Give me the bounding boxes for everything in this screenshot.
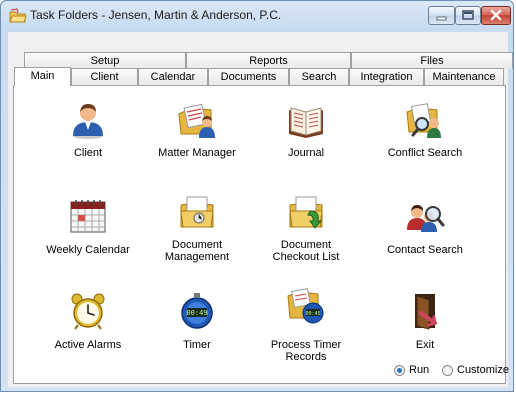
active-alarms-label: Active Alarms <box>54 339 122 351</box>
folder-app-icon <box>9 8 27 23</box>
tab-calendar[interactable]: Calendar <box>138 68 208 85</box>
exit-door-icon <box>415 294 437 330</box>
maximize-icon <box>462 10 474 20</box>
journal-button[interactable]: Journal <box>251 100 361 160</box>
conflict-search-label: Conflict Search <box>387 147 463 159</box>
weekly-calendar-button[interactable]: Weekly Calendar <box>33 196 143 258</box>
close-icon <box>490 9 502 21</box>
folder-search-icon <box>406 103 441 138</box>
client-button[interactable]: Client <box>33 100 143 160</box>
tab-integration[interactable]: Integration <box>349 68 424 85</box>
weekly-calendar-label: Weekly Calendar <box>46 244 130 256</box>
stopwatch-icon: 00:49 <box>181 293 213 329</box>
close-button[interactable] <box>481 6 511 25</box>
svg-text:00:49: 00:49 <box>186 309 207 317</box>
main-tab-panel: Client Matter Manager Journal Conflict S… <box>13 85 509 384</box>
timer-label: Timer <box>183 339 211 351</box>
matter-manager-label: Matter Manager <box>158 147 236 159</box>
title-bar[interactable]: Task Folders - Jensen, Martin & Anderson… <box>1 1 513 31</box>
contacts-search-icon <box>407 205 445 232</box>
tab-client[interactable]: Client <box>71 68 138 85</box>
exit-button[interactable]: Exit <box>370 291 480 353</box>
exit-label: Exit <box>415 339 435 351</box>
tab-row-front: Main Client Calendar Documents Search In… <box>14 67 504 86</box>
checkout-icon <box>289 196 323 229</box>
tab-documents[interactable]: Documents <box>208 68 289 85</box>
calendar-icon <box>70 200 106 233</box>
document-checkout-list-label: Document Checkout List <box>272 239 340 263</box>
active-alarms-button[interactable]: Active Alarms <box>33 291 143 353</box>
run-radio-label: Run <box>409 364 430 376</box>
alarm-clock-icon <box>71 293 105 330</box>
contact-search-label: Contact Search <box>387 244 463 256</box>
person-icon <box>73 104 103 139</box>
minimize-icon <box>436 16 447 21</box>
minimize-button[interactable] <box>428 6 455 25</box>
maximize-button[interactable] <box>455 6 481 25</box>
client-label: Client <box>73 147 103 159</box>
run-radio[interactable]: Run <box>394 364 429 376</box>
conflict-search-button[interactable]: Conflict Search <box>370 100 480 160</box>
process-timer-records-button[interactable]: 00:45 Process Timer Records <box>251 286 361 363</box>
run-radio-dot[interactable] <box>394 364 405 376</box>
contact-search-button[interactable]: Contact Search <box>370 196 480 258</box>
tab-maintenance[interactable]: Maintenance <box>424 68 504 85</box>
tab-search[interactable]: Search <box>289 68 349 85</box>
folder-person-icon <box>178 103 215 138</box>
window-client-area: Setup Reports Files Main Client Calendar… <box>8 32 513 387</box>
customize-radio-label: Customize <box>457 364 509 376</box>
process-timer-records-label: Process Timer Records <box>270 339 342 363</box>
tab-reports[interactable]: Reports <box>186 52 351 69</box>
timer-records-icon: 00:45 <box>287 288 324 324</box>
svg-text:00:45: 00:45 <box>305 311 320 317</box>
document-management-button[interactable]: Document Management <box>142 191 252 263</box>
window-title: Task Folders - Jensen, Martin & Anderson… <box>30 8 282 22</box>
tab-row-back: Setup Reports Files <box>24 52 513 69</box>
journal-label: Journal <box>287 147 325 159</box>
document-folder-icon <box>180 196 214 228</box>
timer-button[interactable]: 00:49 Timer <box>142 291 252 353</box>
customize-radio[interactable]: Customize <box>442 364 509 376</box>
matter-manager-button[interactable]: Matter Manager <box>142 100 252 160</box>
tab-main[interactable]: Main <box>14 67 71 86</box>
customize-radio-dot[interactable] <box>442 364 453 376</box>
document-checkout-list-button[interactable]: Document Checkout List <box>251 191 361 263</box>
book-icon <box>289 107 323 138</box>
tab-files[interactable]: Files <box>351 52 513 69</box>
document-management-label: Document Management <box>164 239 230 263</box>
task-folders-window: Task Folders - Jensen, Martin & Anderson… <box>0 0 514 392</box>
